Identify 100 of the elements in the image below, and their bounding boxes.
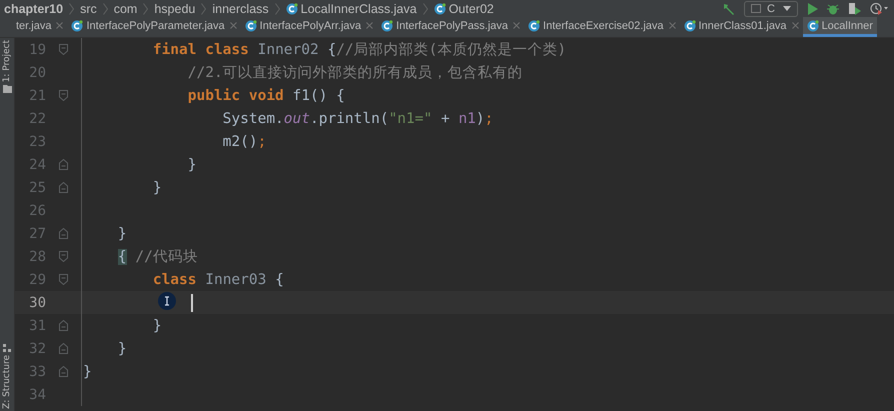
chevron-icon <box>69 2 74 14</box>
fold-marker-icon[interactable] <box>59 90 68 101</box>
fold-marker-icon[interactable] <box>59 251 68 262</box>
class-icon <box>684 20 696 32</box>
tool-window-button[interactable]: Z: Structure <box>2 355 12 409</box>
folder-icon[interactable] <box>2 85 12 94</box>
code-text: .println( <box>310 110 389 126</box>
breadcrumb-item[interactable]: com <box>114 2 138 16</box>
code-text: ; <box>484 110 494 126</box>
close-icon[interactable] <box>792 22 799 29</box>
caret-icon <box>783 6 791 11</box>
line-number: 34 <box>28 386 46 402</box>
code-text: ) <box>476 110 485 126</box>
code-comment: //2.可以直接访问外部类的所有成员，包含私有的 <box>186 64 523 82</box>
fold-marker-icon[interactable] <box>59 274 68 285</box>
fold-marker-icon[interactable] <box>59 366 68 377</box>
close-icon[interactable] <box>230 22 237 29</box>
code-text: Inner02 <box>256 42 320 58</box>
fold-marker-icon[interactable] <box>59 320 68 331</box>
hammer-icon[interactable] <box>722 2 735 15</box>
code-text: public void <box>186 88 284 104</box>
tool-window-button[interactable]: 1: Project <box>2 40 12 82</box>
code-text: "n1=" <box>388 110 432 126</box>
class-icon <box>806 20 819 32</box>
file-tab[interactable]: LocalInner <box>802 17 877 37</box>
breadcrumb-item[interactable]: innerclass <box>212 2 269 16</box>
line-number: 33 <box>28 364 46 380</box>
chevron-icon <box>422 2 428 14</box>
file-tab[interactable]: InterfaceExercise02.java <box>524 17 680 37</box>
code-text: final class <box>152 42 249 58</box>
line-number: 30 <box>28 294 46 310</box>
line-number: 21 <box>28 88 46 104</box>
code-text: } <box>152 318 162 334</box>
file-tab[interactable]: InterfacePolyParameter.java <box>67 17 241 37</box>
line-number: 19 <box>28 42 46 58</box>
debug-icon[interactable] <box>827 2 839 14</box>
chevron-icon <box>201 2 206 14</box>
breadcrumb-item[interactable]: hspedu <box>154 2 196 16</box>
file-tab[interactable]: InnerClass01.java <box>680 17 803 37</box>
class-icon <box>528 20 540 32</box>
line-number: 29 <box>28 272 46 288</box>
close-icon[interactable] <box>56 22 64 29</box>
code-text: f1() { <box>292 88 345 104</box>
line-number: 22 <box>28 110 46 126</box>
code-text: } <box>152 180 162 196</box>
window-icon <box>751 4 761 13</box>
file-tab[interactable]: InterfacePolyArr.java <box>240 17 378 37</box>
code-text: { <box>275 272 284 288</box>
run-icon[interactable] <box>807 2 818 14</box>
file-tab[interactable]: ter.java <box>12 17 68 37</box>
class-icon <box>381 20 394 32</box>
chevron-icon <box>274 2 280 14</box>
class-icon <box>244 20 257 32</box>
fold-marker-icon[interactable] <box>59 228 68 239</box>
profiler-icon[interactable] <box>870 2 888 15</box>
close-icon[interactable] <box>366 22 374 29</box>
code-text: n1 <box>458 110 476 126</box>
run-config-dropdown[interactable]: C <box>744 0 798 16</box>
mouse-cursor-icon <box>158 292 176 310</box>
file-tab[interactable]: InterfacePolyPass.java <box>377 17 524 37</box>
code-text: class <box>152 272 196 288</box>
code-text: } <box>116 226 127 242</box>
class-icon <box>286 2 298 14</box>
fold-marker-icon[interactable] <box>59 343 68 354</box>
line-number: 31 <box>28 318 46 334</box>
code-text: + <box>440 110 451 126</box>
breadcrumb-item[interactable]: chapter10 <box>4 2 64 16</box>
code-text: out <box>284 110 310 126</box>
fold-marker-icon[interactable] <box>59 182 68 193</box>
line-number: 27 <box>28 226 46 242</box>
code-comment: //代码块 <box>134 248 198 266</box>
close-icon[interactable] <box>513 22 520 29</box>
breadcrumb-item[interactable]: Outer02 <box>434 2 494 16</box>
code-text: Inner03 <box>204 272 268 288</box>
line-number: 20 <box>28 64 46 80</box>
coverage-icon[interactable] <box>848 2 861 15</box>
line-number: 23 <box>28 134 46 150</box>
close-icon[interactable] <box>668 22 676 29</box>
code-text: { <box>327 42 336 58</box>
code-text: } <box>116 340 127 356</box>
line-number: 24 <box>28 156 46 172</box>
line-number: 28 <box>28 248 46 264</box>
breadcrumb-item[interactable]: LocalInnerClass.java <box>286 2 417 16</box>
code-text: } <box>83 364 92 380</box>
code-text: m2() <box>222 134 258 150</box>
structure-icon[interactable] <box>3 344 11 352</box>
line-number: 25 <box>28 180 46 196</box>
breadcrumb-item[interactable]: src <box>80 2 97 16</box>
class-icon <box>71 20 84 32</box>
chevron-icon <box>102 2 108 14</box>
chevron-icon <box>143 2 148 14</box>
class-icon <box>434 2 446 14</box>
code-text: ; <box>258 134 266 150</box>
fold-marker-icon[interactable] <box>59 159 68 170</box>
text-caret <box>191 294 193 312</box>
code-text: System. <box>222 110 284 126</box>
code-comment: //局部内部类(本质仍然是一个类) <box>336 40 566 59</box>
fold-marker-icon[interactable] <box>59 44 68 55</box>
line-number: 32 <box>28 340 46 356</box>
line-number: 26 <box>28 202 46 218</box>
